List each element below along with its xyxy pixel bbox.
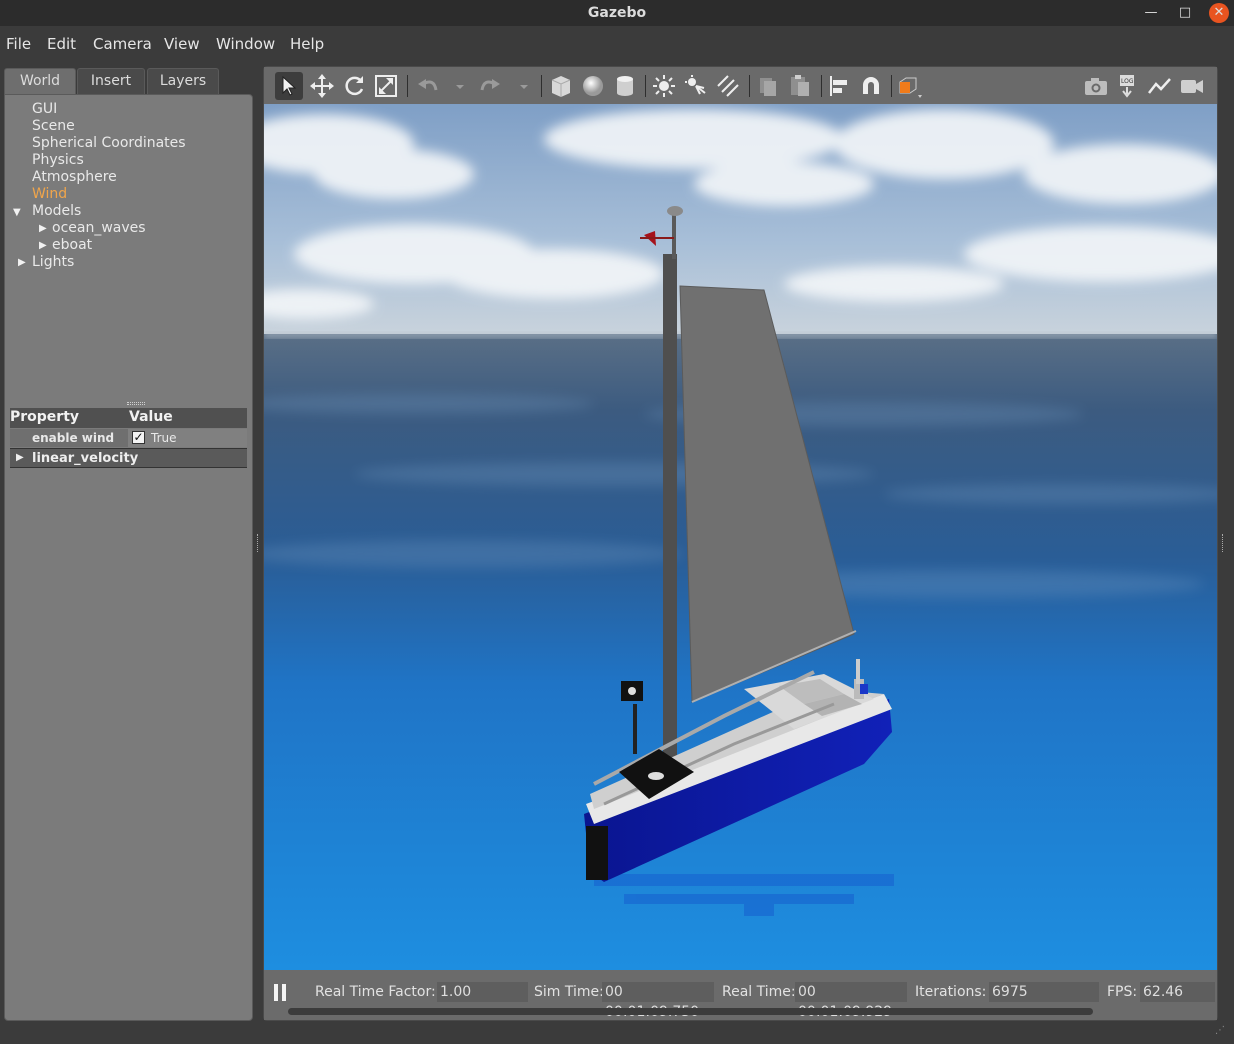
translate-icon[interactable] <box>308 72 336 100</box>
property-name: linear_velocity <box>32 451 139 466</box>
real-time-factor-label: Real Time Factor: <box>315 984 436 1000</box>
menu-camera[interactable]: Camera <box>93 35 152 53</box>
status-bar: Real Time Factor: 1.00 Sim Time: 00 00:0… <box>264 970 1217 1020</box>
iterations-label: Iterations: <box>915 984 987 1000</box>
box-icon[interactable] <box>547 72 575 100</box>
pause-button[interactable] <box>274 984 290 1002</box>
toolbar-separator <box>821 75 822 97</box>
align-icon[interactable] <box>825 72 853 100</box>
spot-light-icon[interactable] <box>682 72 710 100</box>
resize-grip-icon[interactable]: ⋰ <box>1215 1025 1229 1039</box>
window-title: Gazebo <box>587 5 647 21</box>
property-column-header: Property <box>10 409 80 425</box>
tree-item-lights[interactable]: Lights <box>32 254 74 270</box>
menu-view[interactable]: View <box>164 35 200 53</box>
real-time-value: 00 00:01:09.929 <box>795 982 907 1020</box>
point-light-icon[interactable] <box>650 72 678 100</box>
tab-world[interactable]: World <box>4 68 76 94</box>
tab-layers[interactable]: Layers <box>147 68 219 94</box>
sphere-icon[interactable] <box>579 72 607 100</box>
select-arrow-icon[interactable] <box>275 72 303 100</box>
horizontal-scrollbar[interactable] <box>288 1008 1093 1015</box>
snap-magnet-icon[interactable] <box>857 72 885 100</box>
fps-label: FPS: <box>1107 984 1138 1000</box>
tree-item-wind[interactable]: Wind <box>32 186 67 202</box>
menu-help[interactable]: Help <box>290 35 324 53</box>
tree-item-models[interactable]: Models <box>32 203 81 219</box>
fps-value: 62.46 <box>1140 982 1215 1002</box>
expand-lights-icon[interactable]: ▶ <box>18 257 26 268</box>
log-icon[interactable]: LOG <box>1114 72 1142 100</box>
svg-text:LOG: LOG <box>1121 78 1134 85</box>
undo-dropdown-icon[interactable] <box>446 72 464 100</box>
masthead-light <box>667 206 683 216</box>
menu-window[interactable]: Window <box>216 35 275 53</box>
left-splitter-grip[interactable] <box>257 534 260 552</box>
undo-icon[interactable] <box>414 72 442 100</box>
toolbar-separator <box>749 75 750 97</box>
gazebo-window: Gazebo — □ ✕ File Edit Camera View Windo… <box>0 0 1234 1044</box>
plot-icon[interactable] <box>1146 72 1174 100</box>
video-record-icon[interactable] <box>1178 72 1206 100</box>
right-splitter-grip[interactable] <box>1222 534 1225 552</box>
tree-item-gui[interactable]: GUI <box>32 101 57 117</box>
expand-eboat-icon[interactable]: ▶ <box>39 240 47 251</box>
rotate-icon[interactable] <box>340 72 368 100</box>
tab-insert[interactable]: Insert <box>77 68 145 94</box>
real-time-factor-value: 1.00 <box>437 982 528 1002</box>
mast <box>663 254 677 784</box>
property-row-linear-velocity[interactable]: ▶ linear_velocity <box>10 448 247 468</box>
cylinder-icon[interactable] <box>611 72 639 100</box>
menu-bar: File Edit Camera View Window Help <box>0 26 1234 62</box>
minimize-button[interactable]: — <box>1141 3 1161 23</box>
menu-file[interactable]: File <box>6 35 31 53</box>
screenshot-camera-icon[interactable] <box>1082 72 1110 100</box>
scene-toolbar: LOG <box>264 67 1217 104</box>
tree-item-spherical-coordinates[interactable]: Spherical Coordinates <box>32 135 186 151</box>
scale-icon[interactable] <box>372 72 400 100</box>
maximize-button[interactable]: □ <box>1175 3 1195 23</box>
tree-item-scene[interactable]: Scene <box>32 118 75 134</box>
close-button[interactable]: ✕ <box>1209 3 1229 23</box>
3d-viewport[interactable] <box>264 104 1217 970</box>
sim-time-label: Sim Time: <box>534 984 604 1000</box>
tree-item-atmosphere[interactable]: Atmosphere <box>32 169 117 185</box>
tree-item-physics[interactable]: Physics <box>32 152 84 168</box>
menu-edit[interactable]: Edit <box>47 35 76 53</box>
property-table-header: Property Value <box>10 408 247 428</box>
view-angle-icon[interactable] <box>896 72 924 100</box>
collapse-models-icon[interactable]: ▼ <box>13 207 21 218</box>
redo-dropdown-icon[interactable] <box>510 72 528 100</box>
toolbar-separator <box>891 75 892 97</box>
toolbar-separator <box>541 75 542 97</box>
redo-icon[interactable] <box>476 72 504 100</box>
property-name: enable wind <box>32 431 115 445</box>
sim-time-value: 00 00:01:09.750 <box>602 982 714 1020</box>
iterations-value: 6975 <box>989 982 1099 1002</box>
property-value-cell: ✓ True <box>128 429 247 447</box>
paste-icon[interactable] <box>786 72 814 100</box>
copy-icon[interactable] <box>754 72 782 100</box>
toolbar-separator <box>407 75 408 97</box>
real-time-label: Real Time: <box>722 984 796 1000</box>
title-bar: Gazebo — □ ✕ <box>0 0 1234 26</box>
toolbar-separator <box>645 75 646 97</box>
property-value: True <box>151 431 177 445</box>
enable-wind-checkbox[interactable]: ✓ <box>132 431 145 444</box>
tree-item-ocean-waves[interactable]: ocean_waves <box>52 220 146 236</box>
property-row-enable-wind: enable wind ✓ True <box>10 429 247 447</box>
value-column-header: Value <box>129 409 173 425</box>
world-panel: GUI Scene Spherical Coordinates Physics … <box>4 94 253 1021</box>
expand-linear-velocity-icon[interactable]: ▶ <box>16 452 24 463</box>
tree-item-eboat[interactable]: eboat <box>52 237 92 253</box>
directional-light-icon[interactable] <box>714 72 742 100</box>
panel-splitter-handle[interactable] <box>127 402 145 405</box>
expand-ocean-waves-icon[interactable]: ▶ <box>39 223 47 234</box>
